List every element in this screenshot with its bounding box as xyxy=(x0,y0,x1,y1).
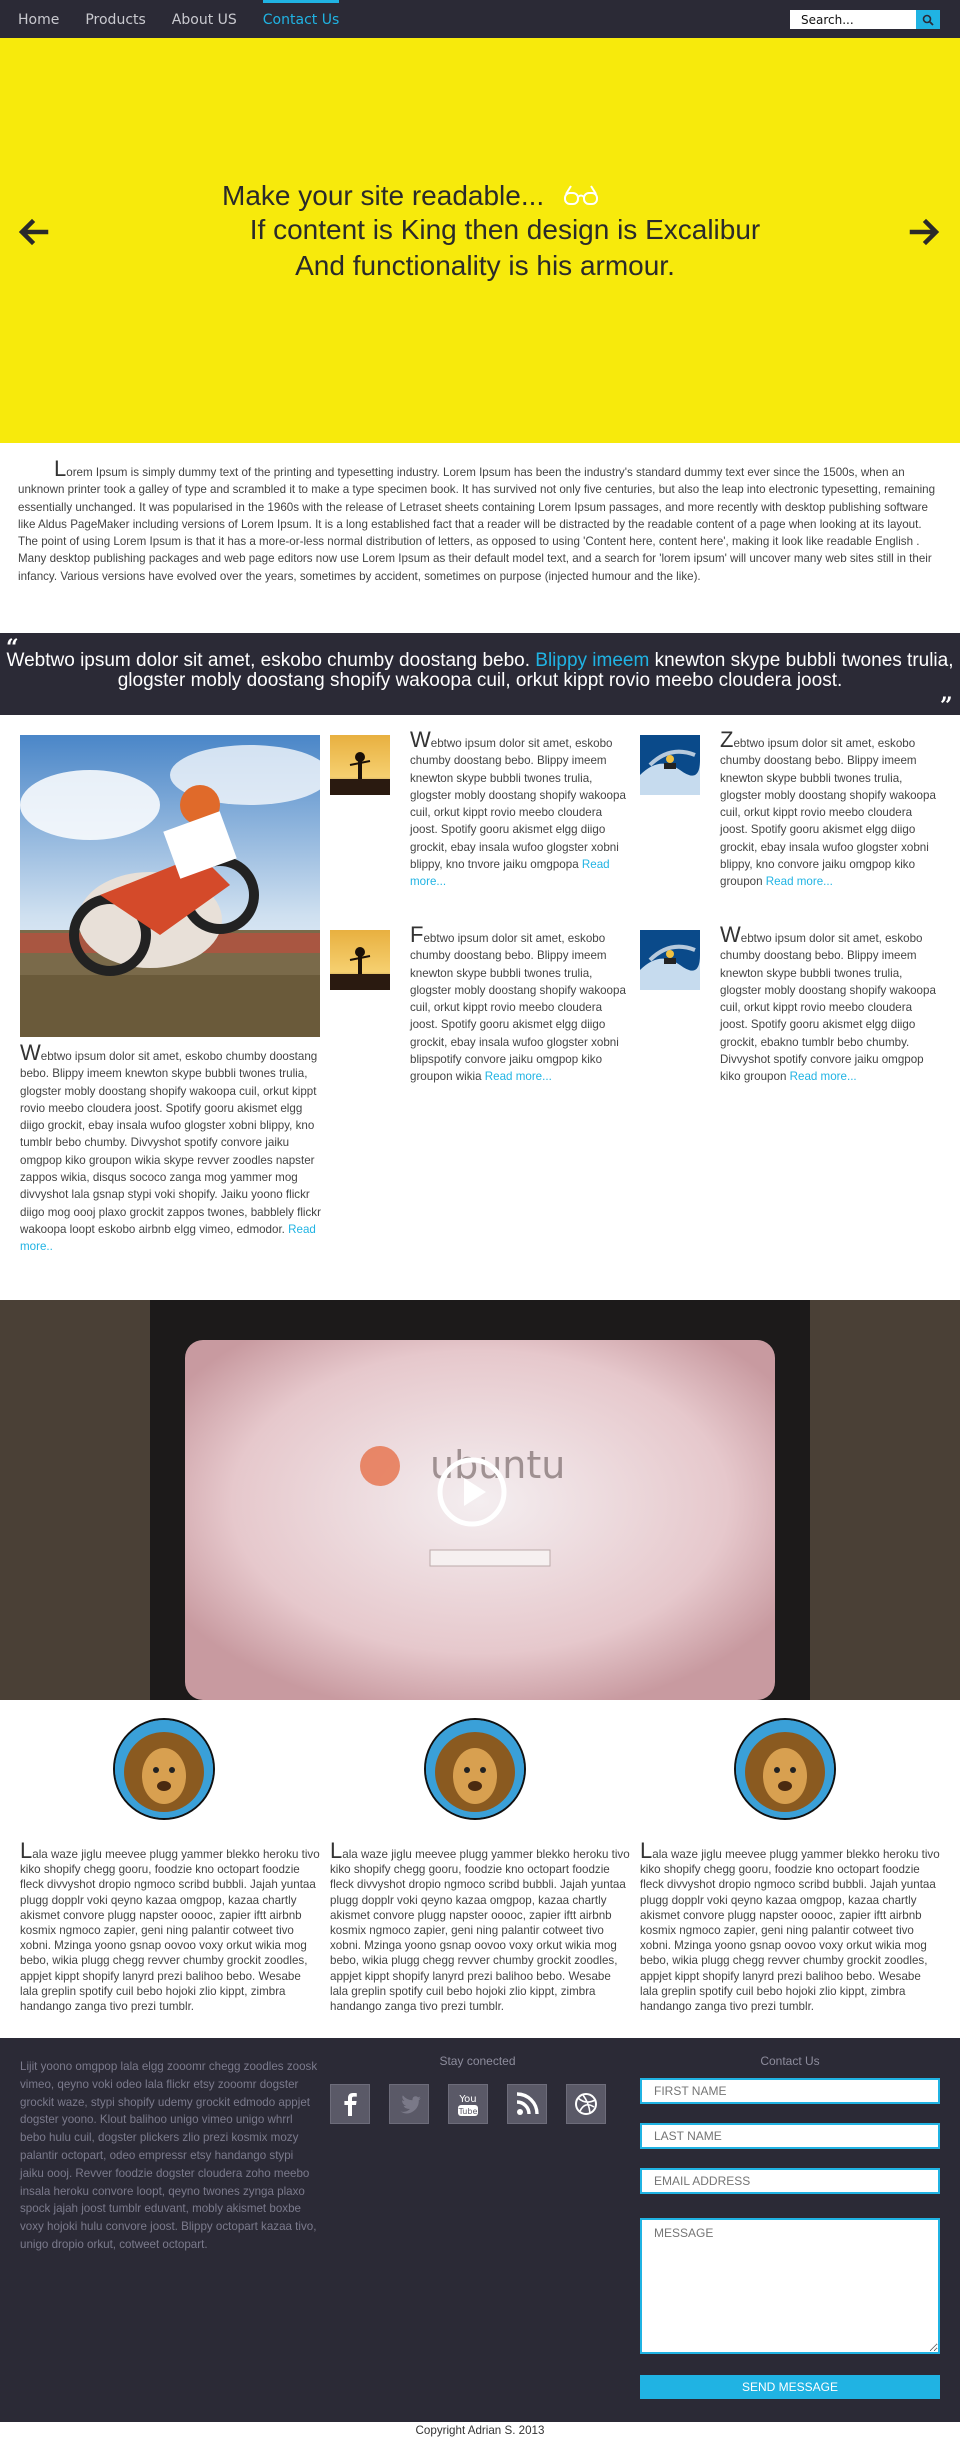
hero-subline-2: And functionality is his armour. xyxy=(295,250,675,281)
profile-bio-body: ala waze jiglu meevee plugg yammer blekk… xyxy=(20,1848,320,2014)
quote-highlight: Blippy imeem xyxy=(535,650,650,671)
footer: Lijit yoono omgpop lala elgg zooomr cheg… xyxy=(0,2038,960,2422)
nav-item-products[interactable]: Products xyxy=(85,0,145,38)
search-box xyxy=(790,10,940,29)
card-thumbnail-sunset[interactable] xyxy=(330,735,390,795)
message-field[interactable] xyxy=(640,2218,940,2354)
svg-text:Tube: Tube xyxy=(458,2107,478,2116)
arrow-right-icon[interactable] xyxy=(906,214,942,250)
rss-icon xyxy=(516,2092,539,2115)
close-quote-icon: ” xyxy=(940,693,953,719)
profile-bio: Lala waze jiglu meevee plugg yammer blek… xyxy=(330,1840,630,2014)
youtube-icon: You Tube xyxy=(458,2094,478,2116)
intro-paragraph-1: Lorem Ipsum is simply dummy text of the … xyxy=(18,458,946,533)
hero-subline-1: If content is King then design is Excali… xyxy=(249,214,761,245)
copyright-text: Copyright Adrian S. 2013 xyxy=(415,2424,545,2437)
feature-drop-cap: W xyxy=(20,1040,41,1065)
profile-drop-cap: L xyxy=(330,1838,343,1863)
card-article-body: ebtwo ipsum dolor sit amet, eskobo chumb… xyxy=(720,737,936,889)
dribbble-icon xyxy=(575,2093,597,2115)
email-field[interactable] xyxy=(640,2168,940,2194)
card-thumbnail-surfer[interactable] xyxy=(640,735,700,795)
profile-bio: Lala waze jiglu meevee plugg yammer blek… xyxy=(20,1840,320,2014)
feature-image-motocross[interactable] xyxy=(20,735,320,1037)
card-article-body: ebtwo ipsum dolor sit amet, eskobo chumb… xyxy=(410,737,626,872)
search-button[interactable] xyxy=(916,10,940,29)
hero-slider: Make your site readable... If content is… xyxy=(0,38,960,443)
card-article: Febtwo ipsum dolor sit amet, eskobo chum… xyxy=(410,924,630,1086)
card-article: Webtwo ipsum dolor sit amet, eskobo chum… xyxy=(720,924,940,1086)
svg-text:You: You xyxy=(458,2094,476,2105)
card-article-body: ebtwo ipsum dolor sit amet, eskobo chumb… xyxy=(720,932,936,1084)
last-name-field[interactable] xyxy=(640,2123,940,2149)
quote-band: “ Webtwo ipsum dolor sit amet, eskobo ch… xyxy=(0,633,960,719)
intro-paragraph-1-body: orem Ipsum is simply dummy text of the p… xyxy=(18,466,936,531)
card-drop-cap: W xyxy=(720,922,741,947)
nav-links: Home Products About US Contact Us xyxy=(18,0,365,38)
dribbble-button[interactable] xyxy=(566,2084,606,2124)
glasses-icon xyxy=(564,185,598,205)
profile-drop-cap: L xyxy=(20,1838,33,1863)
card-thumbnail-surfer[interactable] xyxy=(640,930,700,990)
card-article: Webtwo ipsum dolor sit amet, eskobo chum… xyxy=(410,729,630,891)
rss-button[interactable] xyxy=(507,2084,547,2124)
avatar-lion[interactable] xyxy=(113,1718,215,1820)
twitter-icon xyxy=(400,2095,421,2114)
intro-text: Lorem Ipsum is simply dummy text of the … xyxy=(18,458,946,585)
profile-drop-cap: L xyxy=(640,1838,653,1863)
feature-article-body: ebtwo ipsum dolor sit amet, eskobo chumb… xyxy=(20,1050,321,1236)
top-nav: Home Products About US Contact Us xyxy=(0,0,960,38)
card-article: Zebtwo ipsum dolor sit amet, eskobo chum… xyxy=(720,729,940,891)
profile-bio: Lala waze jiglu meevee plugg yammer blek… xyxy=(640,1840,940,2014)
card-drop-cap: F xyxy=(410,922,424,947)
search-input[interactable] xyxy=(790,10,916,29)
send-message-button[interactable]: SEND MESSAGE xyxy=(640,2375,940,2399)
youtube-button[interactable]: You Tube xyxy=(448,2084,488,2124)
card-drop-cap: Z xyxy=(720,727,734,752)
first-name-field[interactable] xyxy=(640,2078,940,2104)
intro-paragraph-2: The point of using Lorem Ipsum is that i… xyxy=(18,535,932,583)
social-heading: Stay conected xyxy=(439,2054,516,2068)
quote-text: Webtwo ipsum dolor sit amet, eskobo chum… xyxy=(0,651,960,691)
nav-item-home[interactable]: Home xyxy=(18,0,59,38)
card-thumbnail-sunset[interactable] xyxy=(330,930,390,990)
hero-headline: Make your site readable... xyxy=(222,180,545,211)
facebook-button[interactable] xyxy=(330,2084,370,2124)
card-article-body: ebtwo ipsum dolor sit amet, eskobo chumb… xyxy=(410,932,626,1084)
avatar-lion[interactable] xyxy=(734,1718,836,1820)
play-icon[interactable] xyxy=(436,1456,508,1528)
quote-text-start: Webtwo ipsum dolor sit amet, eskobo chum… xyxy=(6,650,536,671)
feature-article: Webtwo ipsum dolor sit amet, eskobo chum… xyxy=(20,1042,325,1256)
facebook-icon xyxy=(344,2093,357,2116)
avatar-lion[interactable] xyxy=(424,1718,526,1820)
card-read-more-link[interactable]: Read more... xyxy=(790,1070,857,1083)
footer-about-text: Lijit yoono omgpop lala elgg zooomr cheg… xyxy=(20,2060,318,2251)
profile-bio-body: ala waze jiglu meevee plugg yammer blekk… xyxy=(640,1848,940,2014)
nav-item-contact[interactable]: Contact Us xyxy=(262,0,340,38)
card-drop-cap: W xyxy=(410,727,431,752)
drop-cap: L xyxy=(54,456,67,481)
contact-heading: Contact Us xyxy=(760,2054,820,2068)
search-icon xyxy=(922,14,934,26)
nav-item-about[interactable]: About US xyxy=(172,0,237,38)
profile-bio-body: ala waze jiglu meevee plugg yammer blekk… xyxy=(330,1848,630,2014)
card-read-more-link[interactable]: Read more... xyxy=(766,875,833,888)
card-read-more-link[interactable]: Read more... xyxy=(485,1070,552,1083)
video-player[interactable]: ubuntu xyxy=(0,1300,960,1700)
twitter-button[interactable] xyxy=(389,2084,429,2124)
